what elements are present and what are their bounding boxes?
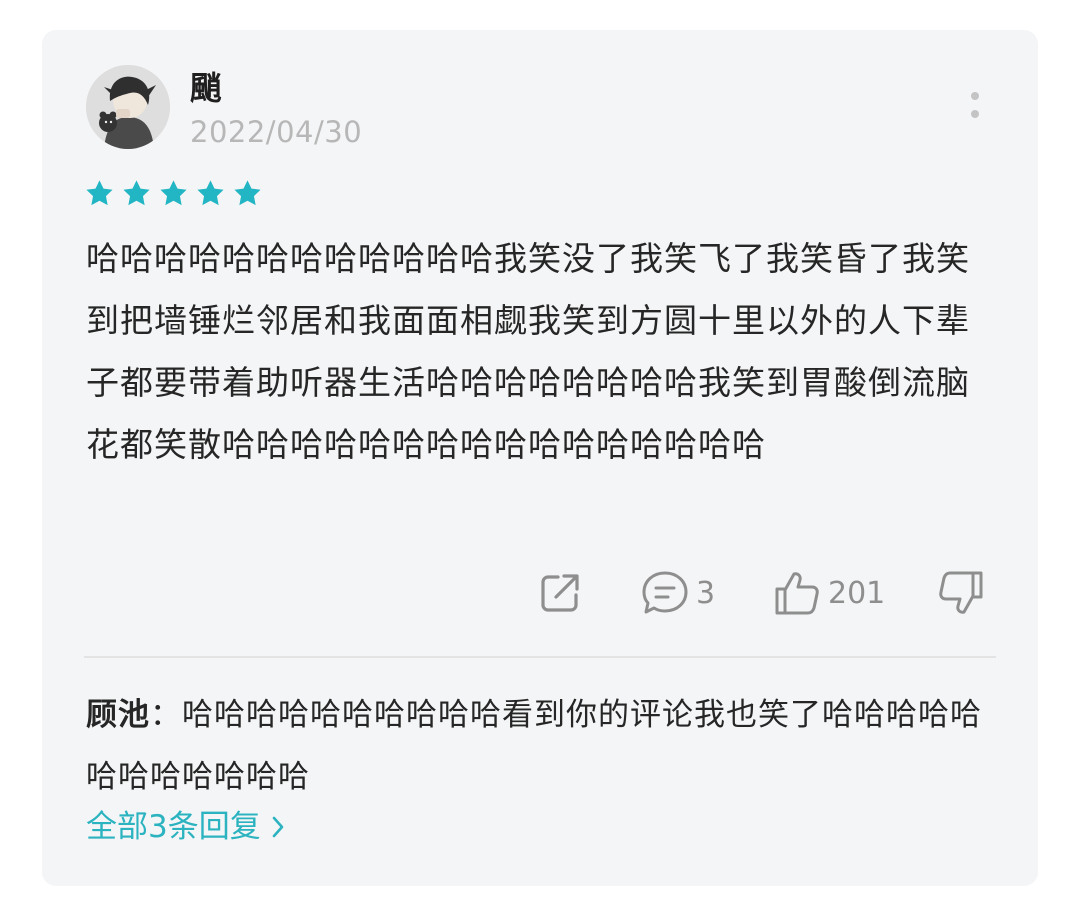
like-button[interactable]: 201 bbox=[772, 568, 885, 618]
divider bbox=[84, 656, 996, 658]
comment-count: 3 bbox=[696, 575, 716, 611]
reply-text: 哈哈哈哈哈哈哈哈哈哈看到你的评论我也笑了哈哈哈哈哈哈哈哈哈哈哈哈 bbox=[86, 697, 982, 795]
all-replies-label: 全部3条回复 bbox=[86, 809, 261, 845]
review-card: 颵 2022/04/30 哈哈哈哈哈哈哈哈哈哈哈哈我笑没了我笑飞了我笑昏了我笑到… bbox=[42, 30, 1038, 886]
share-icon bbox=[541, 574, 579, 612]
thumbs-down-icon bbox=[939, 571, 983, 614]
reply-author[interactable]: 顾池 bbox=[86, 697, 150, 733]
dislike-button[interactable] bbox=[936, 568, 986, 618]
comment-icon bbox=[642, 571, 688, 614]
reply-separator: ： bbox=[150, 697, 182, 733]
post-date: 2022/04/30 bbox=[190, 115, 363, 149]
more-vertical-icon bbox=[971, 92, 979, 118]
comment-button[interactable]: 3 bbox=[640, 568, 715, 618]
all-replies-link[interactable]: 全部3条回复 bbox=[86, 806, 285, 848]
more-options-button[interactable] bbox=[960, 88, 990, 128]
star-icon bbox=[160, 180, 187, 206]
reply-preview[interactable]: 顾池：哈哈哈哈哈哈哈哈哈哈看到你的评论我也笑了哈哈哈哈哈哈哈哈哈哈哈哈 bbox=[86, 684, 996, 808]
star-icon bbox=[123, 180, 150, 206]
chevron-right-icon bbox=[272, 816, 284, 838]
share-button[interactable] bbox=[536, 568, 584, 618]
like-count: 201 bbox=[828, 575, 886, 611]
star-icon bbox=[197, 180, 224, 206]
review-text: 哈哈哈哈哈哈哈哈哈哈哈哈我笑没了我笑飞了我笑昏了我笑到把墙锤烂邻居和我面面相觑我… bbox=[86, 239, 970, 464]
thumbs-up-icon bbox=[775, 572, 819, 615]
star-icon bbox=[234, 180, 261, 206]
avatar[interactable] bbox=[86, 65, 170, 149]
username[interactable]: 颵 bbox=[190, 68, 222, 108]
star-rating bbox=[84, 178, 263, 214]
star-icon bbox=[86, 180, 113, 206]
